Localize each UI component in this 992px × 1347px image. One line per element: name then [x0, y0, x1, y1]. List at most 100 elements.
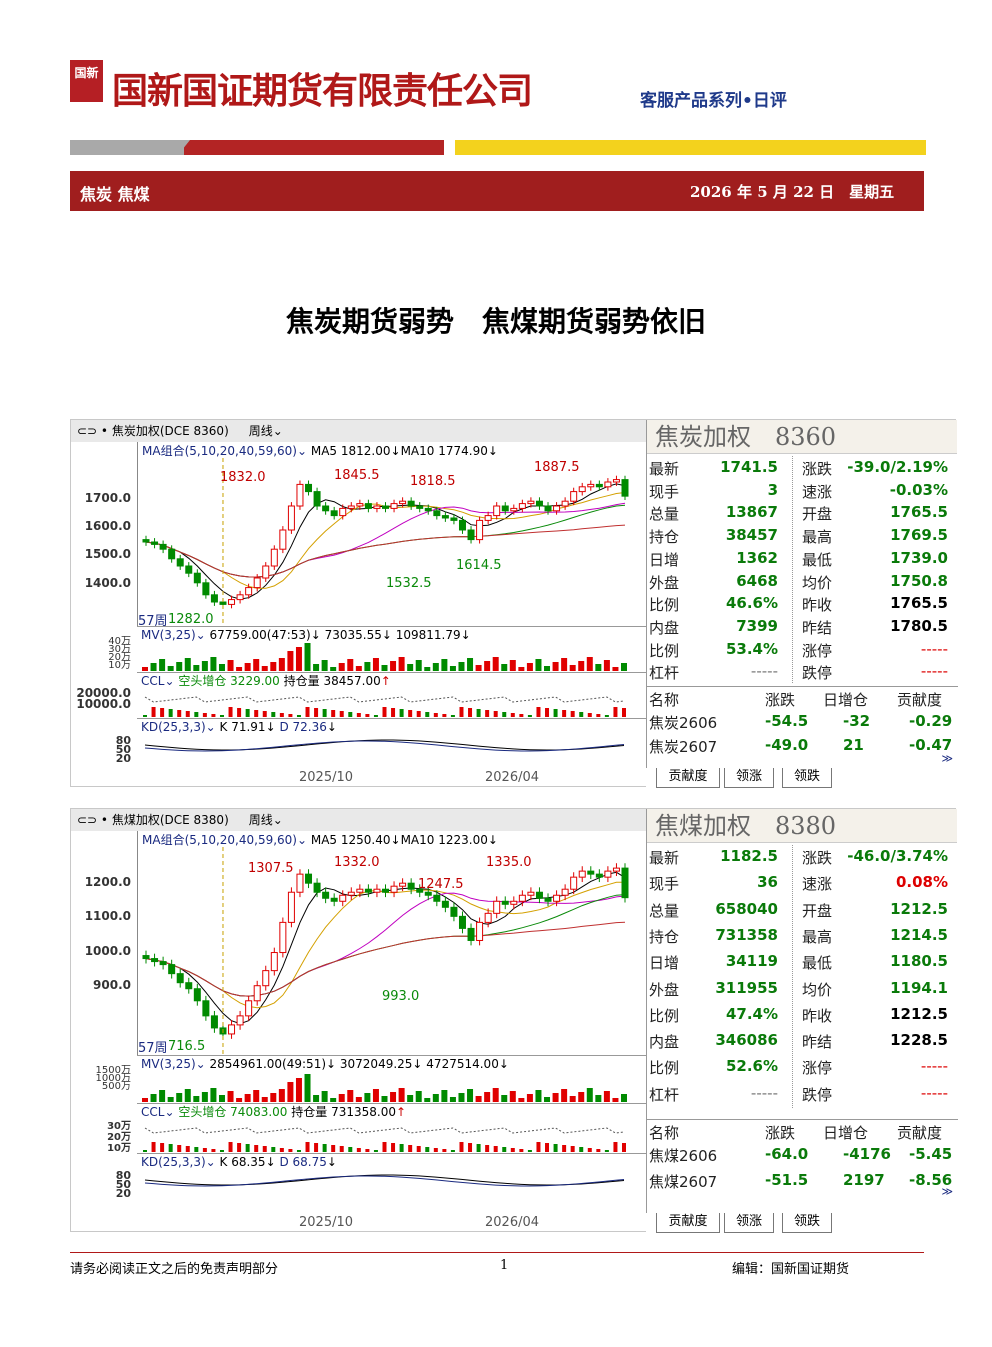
oi-bar	[442, 714, 447, 717]
oi-bar	[553, 709, 558, 717]
kd-subchart[interactable]: KD(25,3,3)⌄ K 68.35↓ D 68.75↓	[137, 1153, 646, 1213]
volume-bar	[330, 1098, 337, 1102]
volume-bar	[355, 666, 362, 671]
volume-bar	[407, 1095, 414, 1102]
oi-bar	[168, 1144, 173, 1152]
oi-bar	[493, 711, 498, 717]
quote-label: 比例	[649, 1006, 680, 1025]
contracts-column-header[interactable]: 贡献度	[897, 689, 942, 710]
candle-body	[305, 873, 313, 884]
chevron-down-icon[interactable]: ⌄	[273, 813, 283, 827]
quote-label-2: 最低	[802, 550, 833, 569]
oi-bar	[219, 715, 224, 717]
toolbar-toggle-icon[interactable]: ⊂⊃ •	[77, 424, 112, 438]
tab-contribution[interactable]: 贡献度	[656, 1213, 720, 1233]
mv-label[interactable]: MV(3,25)	[141, 1057, 196, 1071]
toolbar-toggle-icon[interactable]: ⊂⊃ •	[77, 813, 112, 827]
candle-body	[176, 558, 184, 567]
oi-bar	[425, 1147, 430, 1152]
candle-body	[518, 503, 526, 509]
contracts-column-header[interactable]: 名称	[649, 1122, 679, 1143]
tab-leaders-up[interactable]: 领涨	[724, 1213, 774, 1233]
chevron-down-icon[interactable]: ⌄	[273, 424, 283, 438]
tab-contribution[interactable]: 贡献度	[656, 768, 720, 788]
oi-y-axis: 20000.0 10000.0	[71, 686, 137, 718]
candlestick-svg	[142, 847, 629, 1055]
ccl-label[interactable]: CCL	[141, 674, 164, 688]
quote-value: 34119	[725, 952, 778, 971]
quote-row: 总量 658040 开盘 1212.5	[647, 898, 958, 920]
oi-bar	[485, 710, 490, 717]
candlestick-plot[interactable]: MA组合(5,10,20,40,59,60)⌄ MA5 1812.00↓MA10…	[137, 442, 646, 629]
quote-label-2: 速涨	[802, 875, 833, 894]
volume-bars	[142, 1074, 627, 1102]
mv-label[interactable]: MV(3,25)	[141, 628, 196, 642]
quote-value: 3	[767, 480, 778, 499]
mv-value-2: 3072049.25	[339, 1057, 413, 1071]
candle-body	[441, 900, 449, 908]
x-tick-label: 2026/04	[485, 770, 540, 785]
volume-subchart[interactable]: MV(3,25)⌄ 2854961.00(49:51)↓ 3072049.25↓…	[137, 1055, 646, 1103]
candle-body	[467, 529, 475, 541]
contracts-column-header[interactable]: 日增仓	[823, 689, 868, 710]
open-interest-subchart[interactable]: CCL⌄ 空头增仓 74083.00 持仓量 731358.00↑	[137, 1103, 646, 1153]
contract-row[interactable]: 焦炭2607 -49.0 21 -0.47	[647, 734, 958, 758]
oi-bar	[339, 1146, 344, 1152]
quote-row: 最新 1182.5 涨跌 -46.0/3.74%	[647, 845, 958, 867]
ccl-label[interactable]: CCL	[141, 1105, 164, 1119]
kd-label[interactable]: KD(25,3,3)	[141, 720, 206, 734]
contract-cell: 焦炭2607	[649, 738, 718, 756]
volume-bar	[244, 1094, 251, 1102]
oi-bar	[510, 1148, 515, 1152]
oi-bar	[177, 1145, 182, 1152]
quote-label-2: 最高	[802, 927, 833, 946]
oi-bar	[314, 1143, 319, 1152]
contracts-column-header[interactable]: 贡献度	[897, 1122, 942, 1143]
candle-body	[262, 565, 270, 579]
candlestick-plot[interactable]: MA组合(5,10,20,40,59,60)⌄ MA5 1250.40↓MA10…	[137, 831, 646, 1056]
oi-bar	[185, 1146, 190, 1152]
tab-leaders-down[interactable]: 领跌	[782, 1213, 832, 1233]
symbol-name[interactable]: 焦煤加权(DCE 8380)	[112, 813, 229, 827]
oi-bar	[356, 713, 361, 717]
kd-label[interactable]: KD(25,3,3)	[141, 1155, 206, 1169]
volume-bar	[526, 1094, 533, 1102]
candle-body	[193, 572, 201, 584]
tab-leaders-up[interactable]: 领涨	[724, 768, 774, 788]
quote-label: 杠杆	[649, 1085, 680, 1104]
quote-label: 外盘	[649, 980, 680, 999]
volume-bar	[159, 1090, 166, 1102]
period-select[interactable]: 周线	[249, 424, 273, 438]
oi-bar	[459, 707, 464, 717]
period-select[interactable]: 周线	[249, 813, 273, 827]
oi-bar	[570, 711, 575, 717]
mv-value-3: 4727514.00	[426, 1057, 499, 1071]
contract-row[interactable]: 焦炭2606 -54.5 -32 -0.29	[647, 710, 958, 734]
scroll-down-icon[interactable]: ≫	[941, 752, 953, 765]
contracts-column-header[interactable]: 名称	[649, 689, 679, 710]
quote-value: -----	[750, 662, 778, 681]
volume-bar	[578, 661, 585, 671]
tab-leaders-down[interactable]: 领跌	[782, 768, 832, 788]
kd-subchart[interactable]: KD(25,3,3)⌄ K 71.91↓ D 72.36↓	[137, 718, 646, 766]
quote-label: 比例	[649, 1059, 680, 1078]
contracts-column-header[interactable]: 日增仓	[823, 1122, 868, 1143]
candle-body	[176, 973, 184, 984]
open-interest-subchart[interactable]: CCL⌄ 空头增仓 3229.00 持仓量 38457.00↑	[137, 672, 646, 718]
volume-subchart[interactable]: MV(3,25)⌄ 67759.00(47:53)↓ 73035.55↓ 109…	[137, 626, 646, 672]
candle-body	[159, 961, 167, 966]
ccl-kind: 空头增仓	[178, 1105, 227, 1119]
kd-lines	[144, 739, 625, 752]
footer-editor: 编辑：国新国证期货	[732, 1262, 850, 1277]
symbol-name[interactable]: 焦炭加权(DCE 8360)	[112, 424, 229, 438]
quote-value-2: -39.0/2.19%	[847, 458, 948, 476]
contract-row[interactable]: 焦煤2607 -51.5 2197 -8.56	[647, 1169, 958, 1193]
candle-body	[458, 519, 466, 531]
contracts-column-header[interactable]: 涨跌	[765, 689, 795, 710]
contract-cell: -4176	[843, 1145, 891, 1163]
scroll-down-icon[interactable]: ≫	[941, 1185, 953, 1198]
contracts-column-header[interactable]: 涨跌	[765, 1122, 795, 1143]
oi-bar	[348, 712, 353, 717]
open-interest-legend: CCL⌄ 空头增仓 3229.00 持仓量 38457.00↑	[141, 673, 646, 689]
contract-row[interactable]: 焦煤2606 -64.0 -4176 -5.45	[647, 1143, 958, 1167]
